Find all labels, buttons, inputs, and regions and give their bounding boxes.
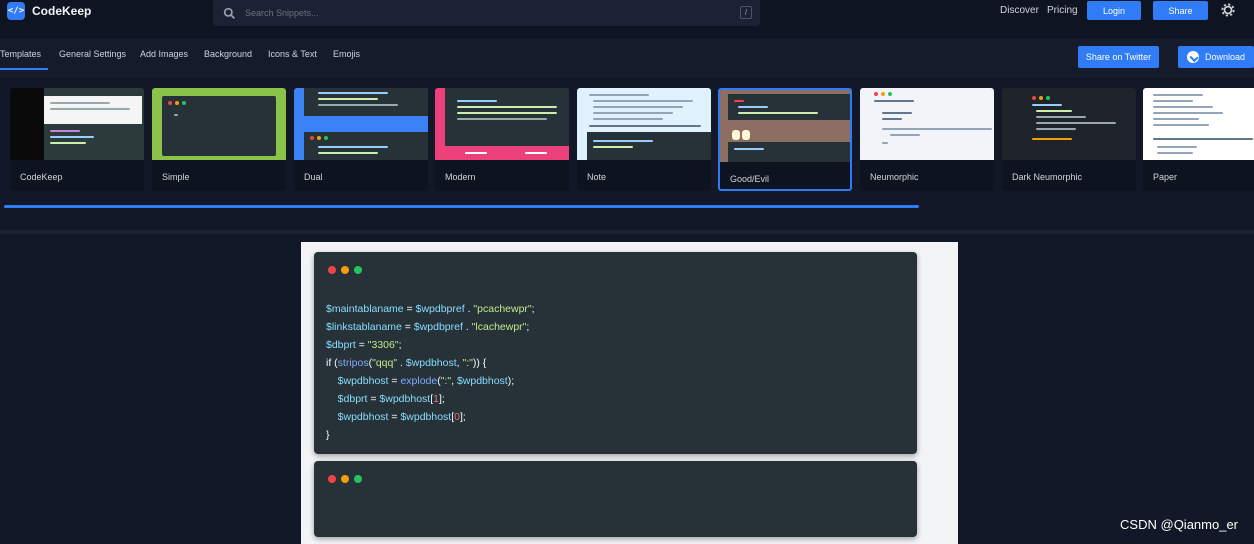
download-label: Download	[1204, 52, 1246, 62]
template-preview	[577, 88, 711, 160]
template-gallery: CodeKeep Simple Dual Modern Note Good/Ev…	[0, 78, 1254, 230]
template-card-dual[interactable]: Dual	[294, 88, 428, 191]
template-card-dark-neumorphic[interactable]: Dark Neumorphic	[1002, 88, 1136, 191]
code-line: $linkstablaname = $wpdbpref . "lcachewpr…	[326, 321, 530, 333]
tab-icons-text[interactable]: Icons & Text	[268, 49, 317, 59]
template-label: Simple	[162, 172, 190, 182]
share-twitter-button[interactable]: Share on Twitter	[1078, 46, 1159, 68]
template-label: Paper	[1153, 172, 1178, 182]
nav-discover[interactable]: Discover	[1000, 5, 1039, 16]
settings-tabs: Templates General Settings Add Images Ba…	[0, 38, 1254, 78]
shortcut-hint: /	[740, 6, 752, 19]
gear-icon[interactable]	[1221, 3, 1235, 17]
window-controls	[328, 475, 362, 483]
preview-canvas: $maintablaname = $wpdbpref . "pcachewpr"…	[301, 242, 958, 544]
code-line: }	[326, 429, 330, 441]
search-bar[interactable]: /	[213, 0, 760, 26]
template-card-neumorphic[interactable]: Neumorphic	[860, 88, 994, 191]
download-button[interactable]: Download	[1178, 46, 1254, 68]
template-label: Modern	[445, 172, 476, 182]
code-line: $dbprt = $wpdbhost[1];	[337, 393, 445, 405]
template-preview	[720, 90, 850, 162]
window-controls	[328, 266, 362, 274]
search-icon	[223, 7, 235, 19]
search-input[interactable]	[245, 8, 725, 18]
template-card-good-evil[interactable]: Good/Evil	[718, 88, 852, 191]
template-preview	[10, 88, 144, 160]
code-icon: </>	[7, 2, 25, 20]
divider	[0, 230, 1254, 234]
code-line: $maintablaname = $wpdbpref . "pcachewpr"…	[326, 303, 535, 315]
tab-general-settings[interactable]: General Settings	[59, 49, 126, 59]
login-button[interactable]: Login	[1087, 1, 1141, 20]
code-line: if (stripos("qqq" . $wpdbhost, ":")) {	[326, 357, 487, 369]
template-card-codekeep[interactable]: CodeKeep	[10, 88, 144, 191]
template-label: Note	[587, 172, 607, 182]
tab-emojis[interactable]: Emojis	[333, 49, 360, 59]
template-preview	[1143, 88, 1254, 160]
code-content[interactable]: $maintablaname = $wpdbpref . "pcachewpr"…	[326, 300, 535, 444]
nav-pricing[interactable]: Pricing	[1047, 5, 1078, 16]
logo[interactable]: </> CodeKeep	[7, 2, 91, 20]
template-label: CodeKeep	[20, 172, 63, 182]
template-label: Good/Evil	[730, 174, 770, 184]
code-line: $wpdbhost = $wpdbhost[0];	[337, 411, 466, 423]
template-preview	[1002, 88, 1136, 160]
template-preview	[152, 88, 286, 160]
template-card-modern[interactable]: Modern	[435, 88, 569, 191]
watermark: CSDN @Qianmo_er	[1120, 517, 1238, 532]
tab-add-images[interactable]: Add Images	[140, 49, 188, 59]
template-label: Dual	[304, 172, 323, 182]
template-card-simple[interactable]: Simple	[152, 88, 286, 191]
template-card-paper[interactable]: Paper	[1143, 88, 1254, 191]
tab-templates[interactable]: Templates	[0, 49, 41, 59]
horizontal-scrollbar[interactable]	[4, 205, 919, 208]
template-label: Dark Neumorphic	[1012, 172, 1083, 182]
download-icon	[1186, 51, 1199, 63]
template-preview	[294, 88, 428, 160]
active-tab-indicator	[0, 68, 48, 70]
code-line: $wpdbhost = explode(":", $wpdbhost);	[337, 375, 515, 387]
template-label: Neumorphic	[870, 172, 919, 182]
share-button[interactable]: Share	[1153, 1, 1208, 20]
brand-name: CodeKeep	[32, 4, 92, 18]
code-window-secondary[interactable]	[314, 461, 917, 537]
template-preview	[860, 88, 994, 160]
template-card-note[interactable]: Note	[577, 88, 711, 191]
code-window[interactable]: $maintablaname = $wpdbpref . "pcachewpr"…	[314, 252, 917, 454]
template-preview	[435, 88, 569, 160]
top-bar: </> CodeKeep / Discover Pricing Login Sh…	[0, 0, 1254, 38]
code-line: $dbprt = "3306";	[326, 339, 402, 351]
tab-background[interactable]: Background	[204, 49, 252, 59]
